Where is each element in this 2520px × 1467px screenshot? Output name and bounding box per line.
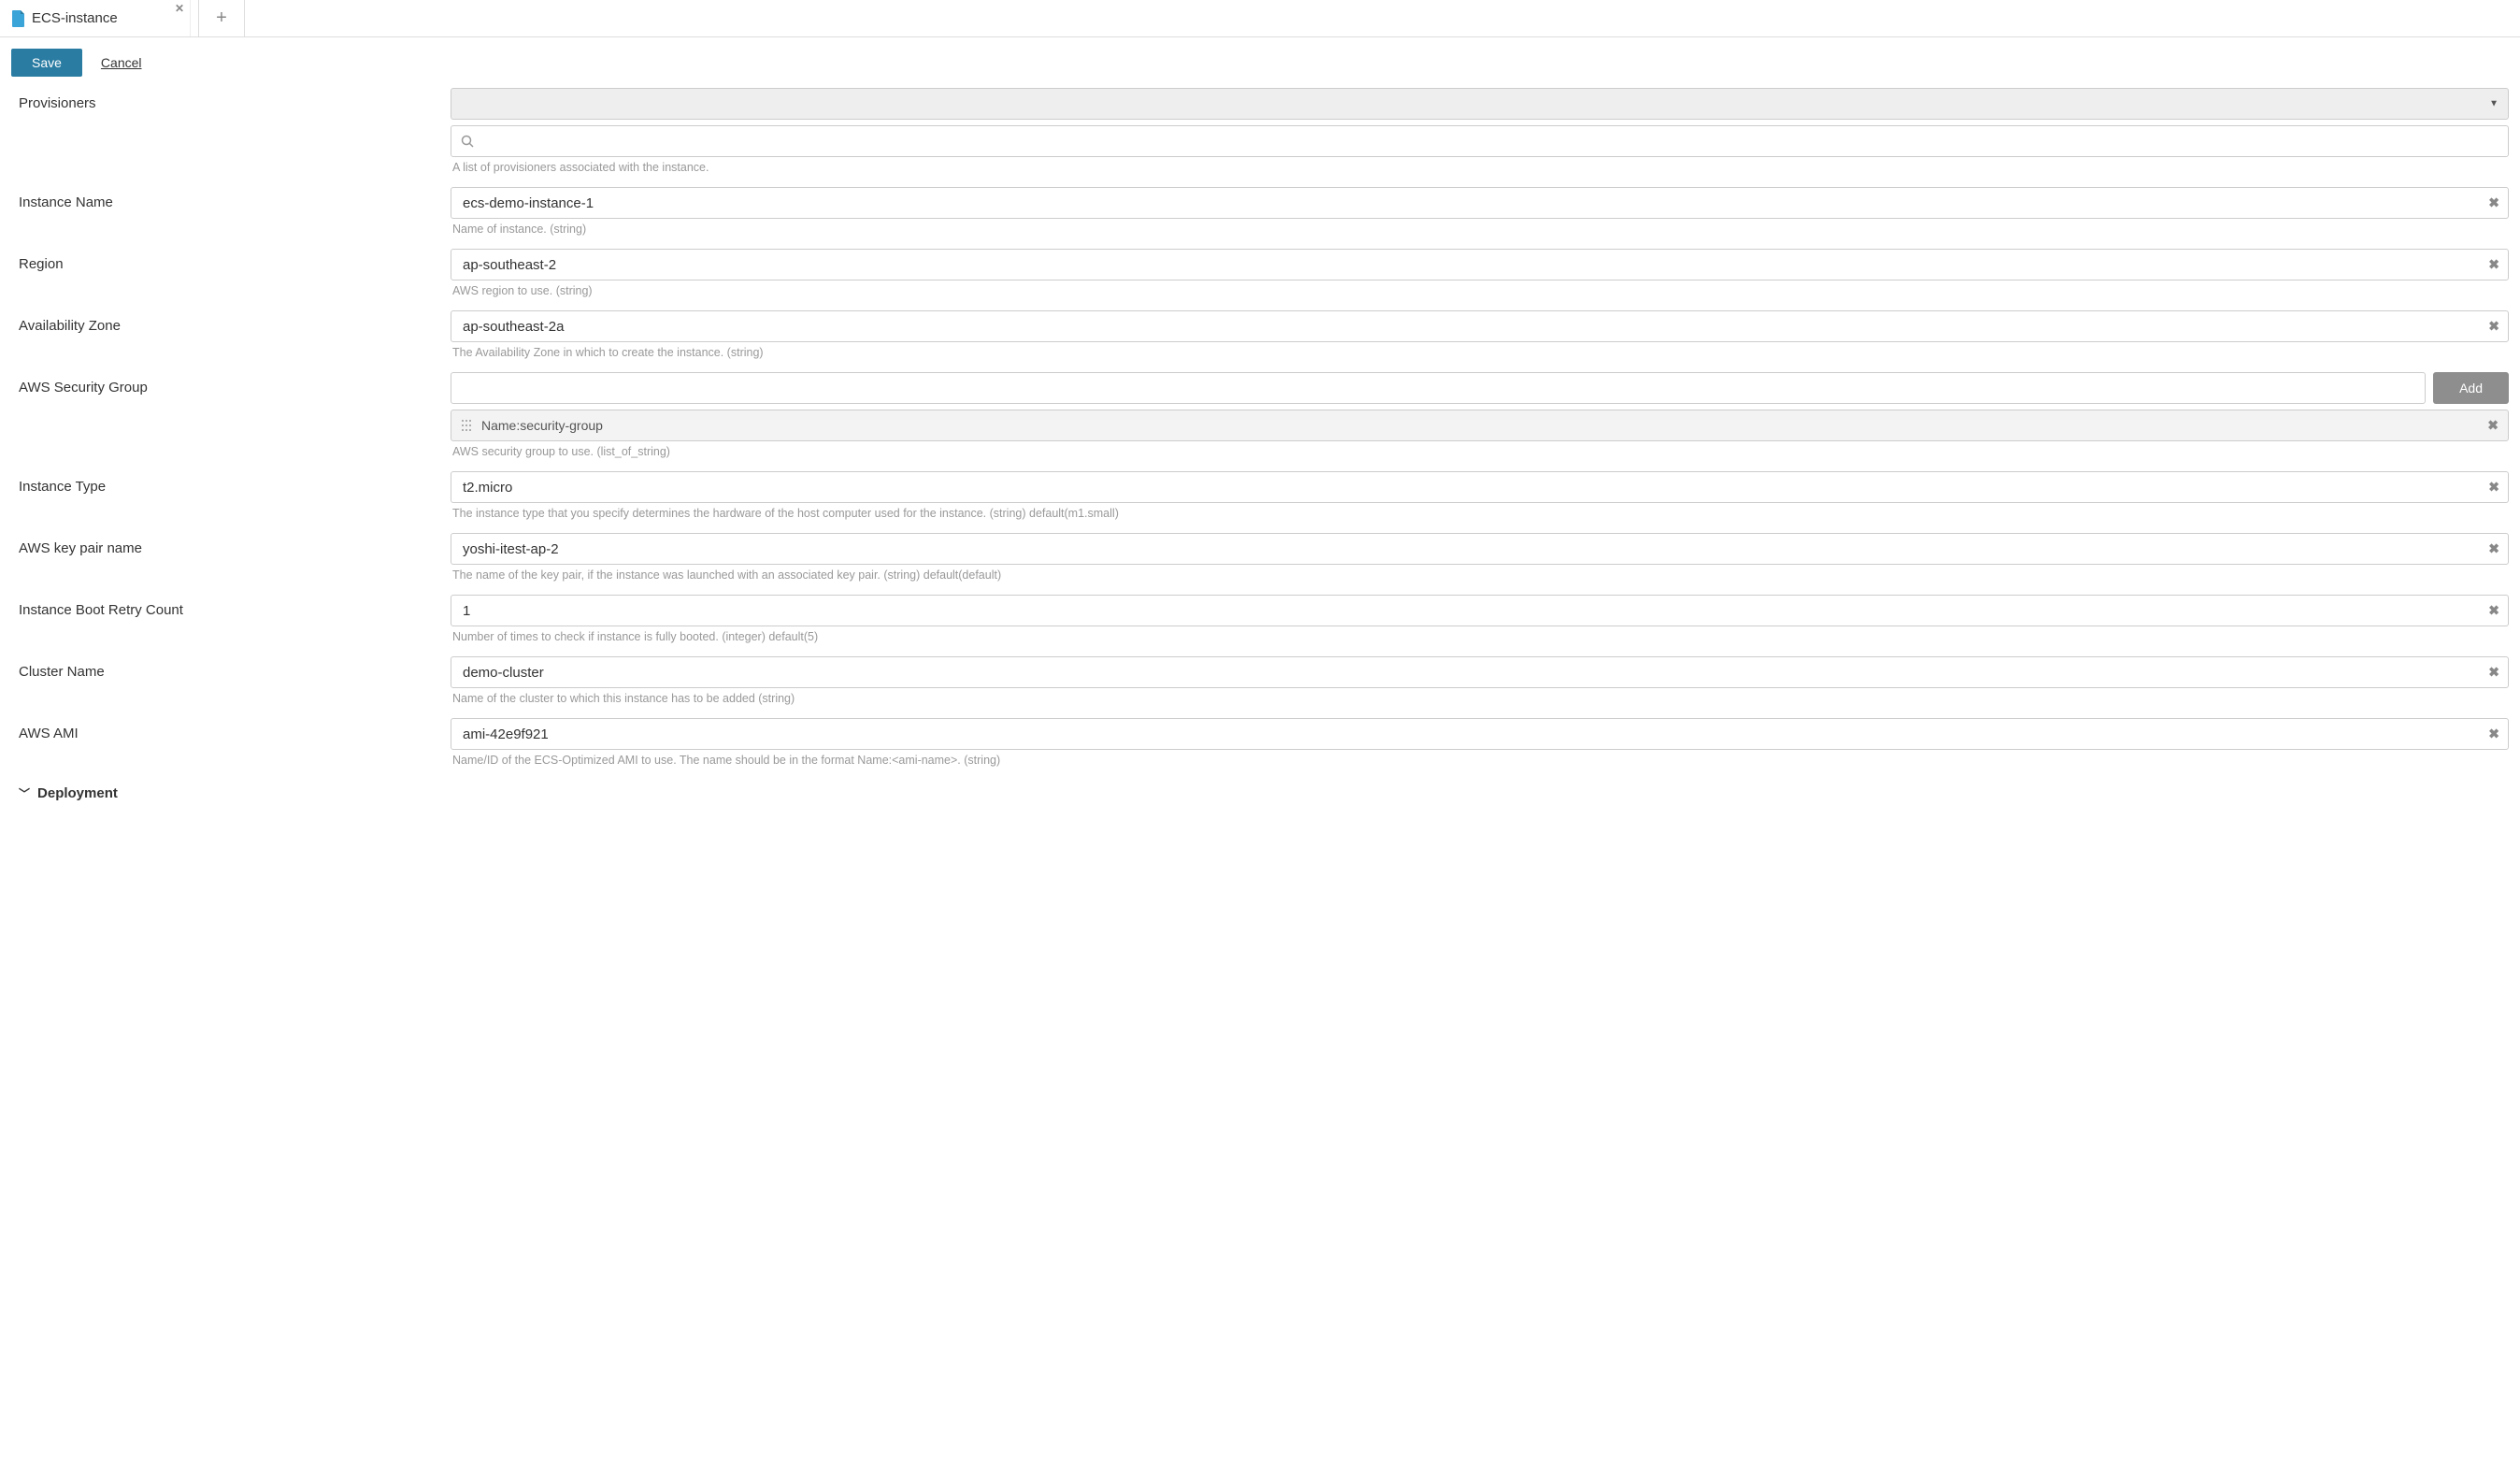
help-provisioners: A list of provisioners associated with t… xyxy=(452,161,2509,174)
tab-ecs-instance[interactable]: ECS-instance ✕ xyxy=(4,0,191,36)
tab-title: ECS-instance xyxy=(32,10,118,26)
key-pair-input[interactable] xyxy=(451,533,2509,565)
label-ami: AWS AMI xyxy=(11,718,451,741)
row-ami: AWS AMI ✖ Name/ID of the ECS-Optimized A… xyxy=(11,718,2509,767)
label-key-pair: AWS key pair name xyxy=(11,533,451,556)
remove-icon[interactable]: ✖ xyxy=(2487,418,2499,434)
file-icon xyxy=(11,10,26,27)
label-instance-type: Instance Type xyxy=(11,471,451,495)
help-instance-name: Name of instance. (string) xyxy=(452,223,2509,236)
provisioners-select[interactable]: ▼ xyxy=(451,88,2509,120)
label-az: Availability Zone xyxy=(11,310,451,334)
row-security-group: AWS Security Group Add Name:security-gro… xyxy=(11,372,2509,458)
section-deployment-toggle[interactable]: ﹀ Deployment xyxy=(11,780,2509,807)
clear-icon[interactable]: ✖ xyxy=(2488,257,2499,273)
label-retry-count: Instance Boot Retry Count xyxy=(11,595,451,618)
clear-icon[interactable]: ✖ xyxy=(2488,726,2499,742)
security-group-add-button[interactable]: Add xyxy=(2433,372,2509,404)
clear-icon[interactable]: ✖ xyxy=(2488,195,2499,211)
label-cluster-name: Cluster Name xyxy=(11,656,451,680)
close-icon[interactable]: ✕ xyxy=(175,2,184,15)
label-security-group: AWS Security Group xyxy=(11,372,451,396)
save-button[interactable]: Save xyxy=(11,49,82,77)
editor-toolbar: Save Cancel xyxy=(0,37,2520,88)
provisioners-search[interactable] xyxy=(451,125,2509,157)
instance-type-input[interactable] xyxy=(451,471,2509,503)
instance-name-input[interactable] xyxy=(451,187,2509,219)
label-provisioners: Provisioners xyxy=(11,88,451,111)
tab-strip: ECS-instance ✕ + xyxy=(0,0,2520,37)
add-tab-button[interactable]: + xyxy=(198,0,245,36)
region-input[interactable] xyxy=(451,249,2509,280)
search-icon xyxy=(461,135,474,148)
help-region: AWS region to use. (string) xyxy=(452,284,2509,297)
retry-count-input[interactable] xyxy=(451,595,2509,626)
row-key-pair: AWS key pair name ✖ The name of the key … xyxy=(11,533,2509,582)
plus-icon: + xyxy=(216,7,227,29)
help-key-pair: The name of the key pair, if the instanc… xyxy=(452,568,2509,582)
clear-icon[interactable]: ✖ xyxy=(2488,319,2499,335)
row-retry-count: Instance Boot Retry Count ✖ Number of ti… xyxy=(11,595,2509,643)
label-region: Region xyxy=(11,249,451,272)
row-instance-name: Instance Name ✖ Name of instance. (strin… xyxy=(11,187,2509,236)
help-cluster-name: Name of the cluster to which this instan… xyxy=(452,692,2509,705)
cancel-link[interactable]: Cancel xyxy=(101,55,142,70)
ami-input[interactable] xyxy=(451,718,2509,750)
clear-icon[interactable]: ✖ xyxy=(2488,480,2499,496)
clear-icon[interactable]: ✖ xyxy=(2488,541,2499,557)
row-instance-type: Instance Type ✖ The instance type that y… xyxy=(11,471,2509,520)
row-cluster-name: Cluster Name ✖ Name of the cluster to wh… xyxy=(11,656,2509,705)
help-instance-type: The instance type that you specify deter… xyxy=(452,507,2509,520)
az-input[interactable] xyxy=(451,310,2509,342)
help-ami: Name/ID of the ECS-Optimized AMI to use.… xyxy=(452,754,2509,767)
help-security-group: AWS security group to use. (list_of_stri… xyxy=(452,445,2509,458)
clear-icon[interactable]: ✖ xyxy=(2488,665,2499,681)
row-az: Availability Zone ✖ The Availability Zon… xyxy=(11,310,2509,359)
drag-handle-icon[interactable] xyxy=(461,419,472,432)
instance-form: Provisioners ▼ A list of provisioners as… xyxy=(0,88,2520,818)
caret-down-icon: ▼ xyxy=(2489,99,2499,109)
security-group-item[interactable]: Name:security-group ✖ xyxy=(451,410,2509,441)
label-instance-name: Instance Name xyxy=(11,187,451,210)
section-deployment-label: Deployment xyxy=(37,785,118,801)
cluster-name-input[interactable] xyxy=(451,656,2509,688)
help-az: The Availability Zone in which to create… xyxy=(452,346,2509,359)
clear-icon[interactable]: ✖ xyxy=(2488,603,2499,619)
security-group-item-label: Name:security-group xyxy=(481,418,603,433)
help-retry-count: Number of times to check if instance is … xyxy=(452,630,2509,643)
row-region: Region ✖ AWS region to use. (string) xyxy=(11,249,2509,297)
row-provisioners: Provisioners ▼ A list of provisioners as… xyxy=(11,88,2509,174)
security-group-input[interactable] xyxy=(451,372,2426,404)
chevron-down-icon: ﹀ xyxy=(19,785,30,801)
